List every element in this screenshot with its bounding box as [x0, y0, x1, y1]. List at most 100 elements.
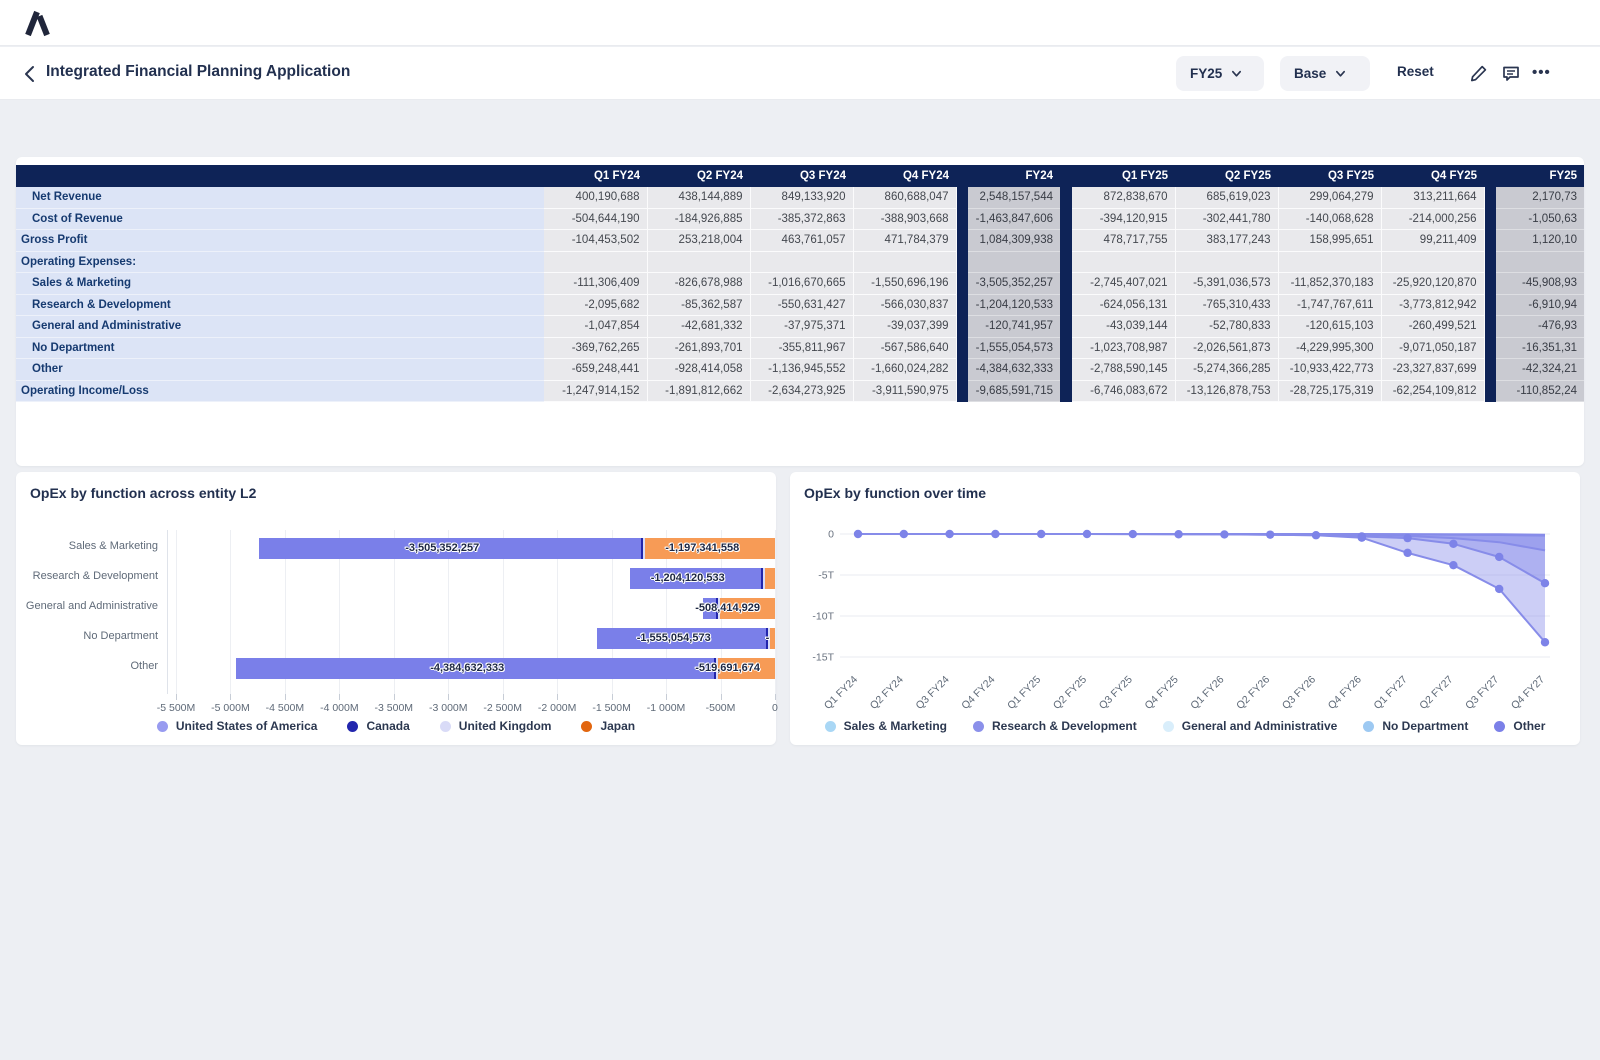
table-cell[interactable]: -566,030,837: [853, 294, 956, 316]
table-cell[interactable]: 99,211,409: [1381, 230, 1484, 252]
table-cell[interactable]: -43,039,144: [1072, 316, 1175, 338]
row-label-cell[interactable]: Gross Profit: [16, 230, 544, 252]
table-cell[interactable]: -37,975,371: [750, 316, 853, 338]
table-cell[interactable]: 478,717,755: [1072, 230, 1175, 252]
data-point[interactable]: [1495, 585, 1503, 593]
table-cell[interactable]: -9,685,591,715: [968, 380, 1060, 402]
table-cell[interactable]: -42,324,21: [1496, 359, 1584, 381]
table-cell[interactable]: -16,351,31: [1496, 337, 1584, 359]
legend-item[interactable]: United Kingdom: [440, 719, 552, 733]
table-cell[interactable]: -476,93: [1496, 316, 1584, 338]
row-label-cell[interactable]: Operating Income/Loss: [16, 380, 544, 402]
table-cell[interactable]: -3,911,590,975: [853, 380, 956, 402]
table-cell[interactable]: -1,555,054,573: [968, 337, 1060, 359]
row-label-cell[interactable]: Sales & Marketing: [16, 273, 544, 295]
table-cell[interactable]: -261,893,701: [647, 337, 750, 359]
table-cell[interactable]: -659,248,441: [544, 359, 647, 381]
data-point[interactable]: [854, 530, 862, 538]
table-cell[interactable]: -111,306,409: [544, 273, 647, 295]
data-point[interactable]: [1541, 579, 1549, 587]
table-cell[interactable]: -23,327,837,699: [1381, 359, 1484, 381]
table-cell[interactable]: -85,362,587: [647, 294, 750, 316]
table-cell[interactable]: 299,064,279: [1278, 187, 1381, 209]
table-cell[interactable]: -10,933,422,773: [1278, 359, 1381, 381]
table-cell[interactable]: -624,056,131: [1072, 294, 1175, 316]
data-point[interactable]: [1083, 530, 1091, 538]
table-cell[interactable]: -3,773,812,942: [1381, 294, 1484, 316]
legend-item[interactable]: General and Administrative: [1163, 719, 1338, 733]
edit-icon[interactable]: [1468, 62, 1490, 84]
table-cell[interactable]: -104,453,502: [544, 230, 647, 252]
table-cell[interactable]: -13,126,878,753: [1175, 380, 1278, 402]
table-cell[interactable]: [853, 251, 956, 273]
table-cell[interactable]: -826,678,988: [647, 273, 750, 295]
data-point[interactable]: [1174, 530, 1182, 538]
table-cell[interactable]: -504,644,190: [544, 208, 647, 230]
table-cell[interactable]: 860,688,047: [853, 187, 956, 209]
table-cell[interactable]: -1,891,812,662: [647, 380, 750, 402]
table-cell[interactable]: 685,619,023: [1175, 187, 1278, 209]
table-cell[interactable]: 400,190,688: [544, 187, 647, 209]
table-cell[interactable]: -1,463,847,606: [968, 208, 1060, 230]
table-cell[interactable]: [1496, 251, 1584, 273]
table-cell[interactable]: -355,811,967: [750, 337, 853, 359]
table-cell[interactable]: -62,254,109,812: [1381, 380, 1484, 402]
table-cell[interactable]: -6,746,083,672: [1072, 380, 1175, 402]
data-point[interactable]: [945, 530, 953, 538]
table-cell[interactable]: -1,550,696,196: [853, 273, 956, 295]
table-cell[interactable]: -28,725,175,319: [1278, 380, 1381, 402]
table-cell[interactable]: 872,838,670: [1072, 187, 1175, 209]
data-point[interactable]: [1312, 531, 1320, 539]
table-cell[interactable]: [1381, 251, 1484, 273]
data-point[interactable]: [900, 530, 908, 538]
table-cell[interactable]: 1,120,10: [1496, 230, 1584, 252]
table-cell[interactable]: [647, 251, 750, 273]
reset-button[interactable]: Reset: [1397, 64, 1434, 79]
table-cell[interactable]: 313,211,664: [1381, 187, 1484, 209]
table-cell[interactable]: -385,372,863: [750, 208, 853, 230]
table-cell[interactable]: -39,037,399: [853, 316, 956, 338]
comment-icon[interactable]: [1500, 62, 1522, 84]
table-cell[interactable]: -120,615,103: [1278, 316, 1381, 338]
legend-item[interactable]: Research & Development: [973, 719, 1137, 733]
table-cell[interactable]: [968, 251, 1060, 273]
table-cell[interactable]: -1,247,914,152: [544, 380, 647, 402]
table-cell[interactable]: -42,681,332: [647, 316, 750, 338]
data-point[interactable]: [1037, 530, 1045, 538]
table-cell[interactable]: -5,274,366,285: [1175, 359, 1278, 381]
row-label-cell[interactable]: Other: [16, 359, 544, 381]
data-point[interactable]: [1220, 530, 1228, 538]
table-cell[interactable]: -4,229,995,300: [1278, 337, 1381, 359]
table-cell[interactable]: -1,747,767,611: [1278, 294, 1381, 316]
bar-segment[interactable]: [761, 568, 763, 589]
table-cell[interactable]: -2,634,273,925: [750, 380, 853, 402]
table-cell[interactable]: -1,050,63: [1496, 208, 1584, 230]
data-point[interactable]: [1266, 530, 1274, 538]
table-cell[interactable]: -214,000,256: [1381, 208, 1484, 230]
table-cell[interactable]: -260,499,521: [1381, 316, 1484, 338]
table-cell[interactable]: -1,204,120,533: [968, 294, 1060, 316]
table-cell[interactable]: [1175, 251, 1278, 273]
legend-item[interactable]: No Department: [1363, 719, 1468, 733]
table-cell[interactable]: -25,920,120,870: [1381, 273, 1484, 295]
data-point[interactable]: [1403, 534, 1411, 542]
data-point[interactable]: [1358, 532, 1366, 540]
table-cell[interactable]: -394,120,915: [1072, 208, 1175, 230]
table-cell[interactable]: 471,784,379: [853, 230, 956, 252]
table-cell[interactable]: -302,441,780: [1175, 208, 1278, 230]
row-label-cell[interactable]: Cost of Revenue: [16, 208, 544, 230]
table-cell[interactable]: -3,505,352,257: [968, 273, 1060, 295]
bar-segment[interactable]: [765, 568, 775, 589]
row-label-cell[interactable]: Net Revenue: [16, 187, 544, 209]
scenario-selector[interactable]: Base: [1280, 56, 1370, 91]
more-options-icon[interactable]: •••: [1532, 62, 1554, 84]
bar-segment[interactable]: [641, 538, 643, 559]
table-cell[interactable]: -550,631,427: [750, 294, 853, 316]
table-cell[interactable]: -765,310,433: [1175, 294, 1278, 316]
table-cell[interactable]: -567,586,640: [853, 337, 956, 359]
data-point[interactable]: [1129, 530, 1137, 538]
data-point[interactable]: [1403, 549, 1411, 557]
table-cell[interactable]: -120,741,957: [968, 316, 1060, 338]
data-point[interactable]: [1449, 540, 1457, 548]
bar-segment[interactable]: [643, 538, 645, 559]
